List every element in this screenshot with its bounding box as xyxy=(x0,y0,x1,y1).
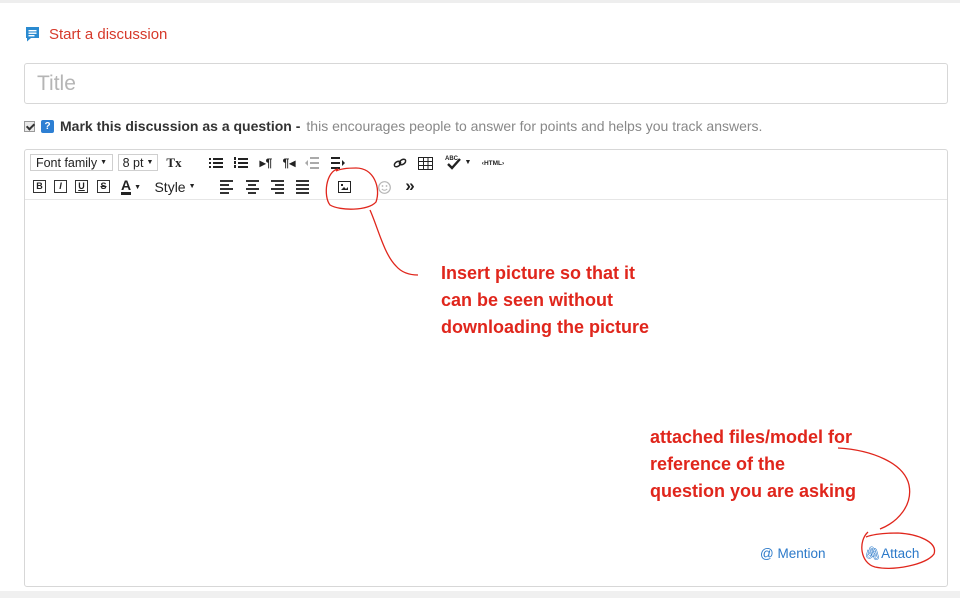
mention-link[interactable]: @ Mention xyxy=(760,546,825,561)
align-left-button[interactable] xyxy=(218,180,234,194)
strikethrough-button[interactable]: S xyxy=(97,180,110,193)
font-family-dropdown[interactable]: Font family ▼ xyxy=(30,154,113,171)
bold-button[interactable]: B xyxy=(33,180,46,193)
numbered-list-icon xyxy=(234,157,248,168)
question-label: Mark this discussion as a question - xyxy=(60,118,301,134)
annotation-line: attached files/model for xyxy=(650,427,853,447)
annotation-line: question you are asking xyxy=(650,481,857,501)
font-family-label: Font family xyxy=(35,155,98,170)
attach-link[interactable]: 🖇Attach xyxy=(864,546,919,562)
rtl-button[interactable]: ¶◂ xyxy=(280,155,298,171)
discussion-icon xyxy=(26,27,39,42)
link-icon xyxy=(393,158,407,168)
rtl-icon: ¶◂ xyxy=(282,156,296,170)
caret-down-icon: ▼ xyxy=(464,158,472,166)
annotation-line: reference of the xyxy=(650,454,786,474)
title-input[interactable] xyxy=(24,63,948,104)
align-center-button[interactable] xyxy=(244,180,260,194)
italic-button[interactable]: I xyxy=(54,180,67,193)
font-size-dropdown[interactable]: 8 pt ▼ xyxy=(118,154,158,171)
font-size-label: 8 pt xyxy=(122,155,144,170)
paperclip-icon: 🖇 xyxy=(864,546,882,561)
font-color-button[interactable]: A ▼ xyxy=(120,177,142,197)
html-source-button[interactable]: ‹HTML› xyxy=(479,155,507,171)
more-tools-button[interactable]: » xyxy=(401,176,419,195)
align-right-icon xyxy=(270,180,284,194)
insert-image-button[interactable] xyxy=(336,179,352,195)
align-justify-icon xyxy=(295,180,309,194)
caret-down-icon: ▼ xyxy=(134,183,142,191)
link-button[interactable] xyxy=(392,155,408,171)
page-header: Start a discussion xyxy=(24,26,167,43)
image-icon xyxy=(337,181,351,193)
align-left-icon xyxy=(219,180,233,194)
font-color-label: A xyxy=(120,177,132,195)
insert-picture-annotation: Insert picture so that it can be seen wi… xyxy=(441,260,649,341)
outdent-button[interactable] xyxy=(304,155,320,171)
smiley-icon xyxy=(377,180,391,194)
spellcheck-icon: ABC xyxy=(445,156,461,170)
underline-button[interactable]: U xyxy=(75,180,88,193)
frame-top xyxy=(0,0,960,3)
ltr-icon: ▸¶ xyxy=(259,156,273,170)
question-icon: ? xyxy=(41,119,54,133)
annotation-line: downloading the picture xyxy=(441,317,649,337)
numbered-list-button[interactable] xyxy=(233,155,249,171)
strikethrough-label: S xyxy=(100,181,107,191)
emoji-button[interactable] xyxy=(376,179,392,195)
rich-text-editor[interactable]: Font family ▼ 8 pt ▼ Tx ▸¶ ¶◂ ABC ▼ ‹HTML›… xyxy=(24,149,948,587)
attached-files-annotation: attached files/model for reference of th… xyxy=(650,424,856,505)
style-dropdown[interactable]: Style ▼ xyxy=(151,178,199,195)
caret-down-icon: ▼ xyxy=(188,183,196,190)
attach-label: Attach xyxy=(881,546,920,561)
question-option: ? Mark this discussion as a question - t… xyxy=(24,118,762,134)
align-center-icon xyxy=(245,180,259,194)
outdent-icon xyxy=(305,157,319,169)
question-hint: this encourages people to answer for poi… xyxy=(306,118,763,134)
annotation-line: can be seen without xyxy=(441,290,614,310)
page-title: Start a discussion xyxy=(49,26,168,43)
clear-format-label: Tx xyxy=(166,155,182,170)
caret-down-icon: ▼ xyxy=(100,159,108,166)
bold-label: B xyxy=(36,181,43,191)
bullet-list-icon xyxy=(209,158,223,168)
table-button[interactable] xyxy=(417,155,433,171)
spellcheck-button[interactable]: ABC ▼ xyxy=(443,153,473,171)
caret-down-icon: ▼ xyxy=(146,159,154,166)
align-justify-button[interactable] xyxy=(294,180,310,194)
more-tools-icon: » xyxy=(405,176,415,195)
underline-label: U xyxy=(78,181,85,191)
align-right-button[interactable] xyxy=(269,180,285,194)
annotation-line: Insert picture so that it xyxy=(441,263,636,283)
italic-label: I xyxy=(59,181,62,191)
bullet-list-button[interactable] xyxy=(208,155,224,171)
table-icon xyxy=(417,156,433,170)
mark-question-checkbox[interactable] xyxy=(24,120,35,132)
frame-bottom xyxy=(0,591,960,598)
toolbar-divider xyxy=(25,199,947,200)
clear-format-button[interactable]: Tx xyxy=(165,155,183,171)
html-source-label: ‹HTML› xyxy=(481,159,505,167)
indent-icon xyxy=(331,157,345,169)
ltr-button[interactable]: ▸¶ xyxy=(257,155,275,171)
style-label: Style xyxy=(154,178,186,195)
indent-button[interactable] xyxy=(330,155,346,171)
